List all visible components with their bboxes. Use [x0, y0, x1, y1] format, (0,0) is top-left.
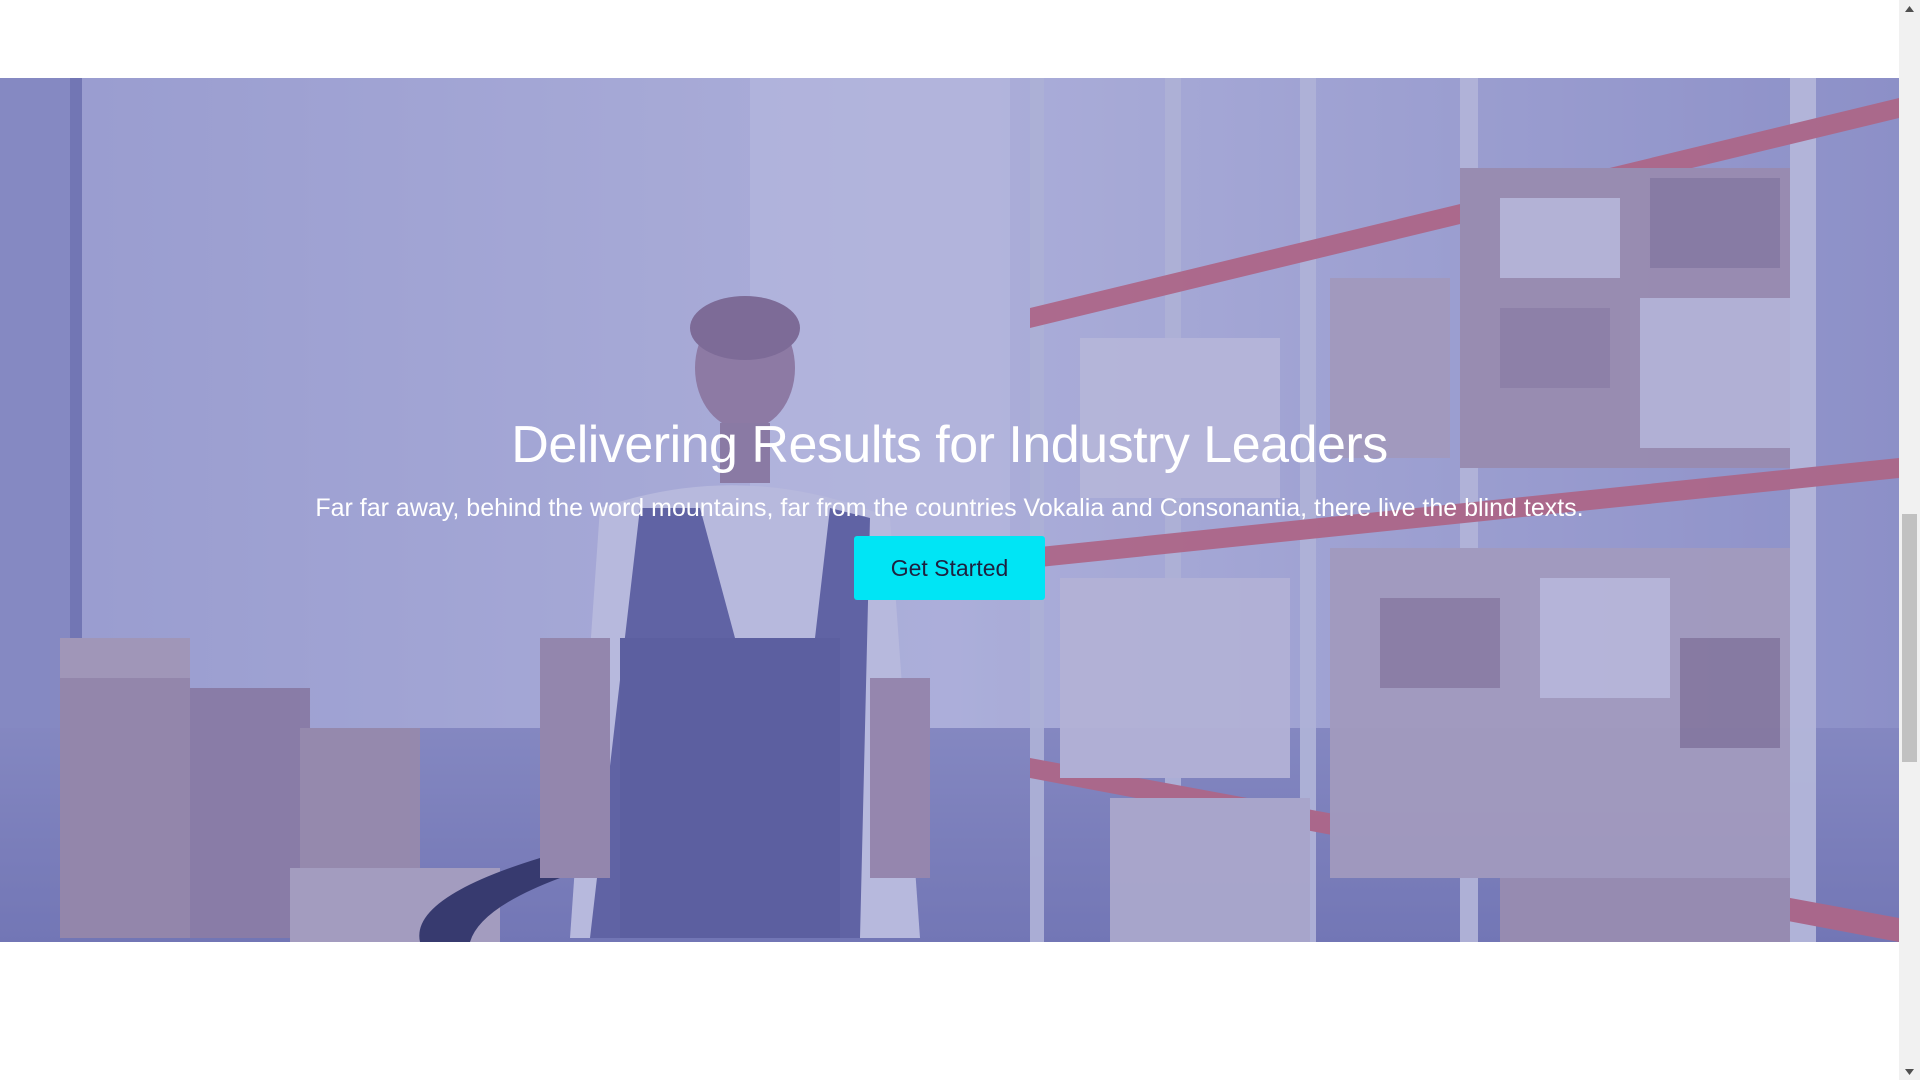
get-started-button[interactable]: Get Started — [854, 536, 1045, 600]
page: Delivering Results for Industry Leaders … — [0, 0, 1920, 1080]
page-content: Delivering Results for Industry Leaders … — [0, 0, 1899, 1080]
hero-title: Delivering Results for Industry Leaders — [511, 416, 1388, 474]
hero-subtitle: Far far away, behind the word mountains,… — [315, 494, 1584, 522]
hero-section: Delivering Results for Industry Leaders … — [0, 78, 1899, 942]
hero-content: Delivering Results for Industry Leaders … — [0, 78, 1899, 942]
scrollbar-thumb[interactable] — [1902, 514, 1917, 762]
scroll-up-arrow-icon[interactable] — [1899, 0, 1920, 17]
vertical-scrollbar[interactable] — [1899, 0, 1920, 1080]
scroll-down-arrow-icon[interactable] — [1899, 1063, 1920, 1080]
